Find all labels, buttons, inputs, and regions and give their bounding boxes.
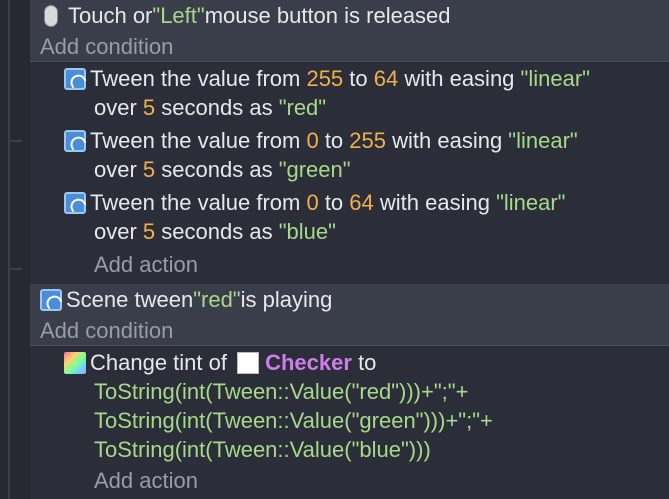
- action-text: Tween the value from: [90, 66, 307, 91]
- object-name: Checker: [265, 350, 352, 375]
- easing-value: "linear": [520, 66, 590, 91]
- action-tween-green[interactable]: Tween the value from 0 to 255 with easin…: [64, 126, 578, 155]
- tween-icon: [40, 289, 62, 311]
- event-2[interactable]: Scene tween "red" is playing Add conditi…: [30, 284, 669, 499]
- duration-value: 5: [142, 95, 156, 120]
- condition-tween-name: "red": [193, 287, 241, 312]
- action-text: with easing: [373, 190, 497, 215]
- gutter-tick: [8, 268, 22, 270]
- to-value: 64: [349, 190, 374, 215]
- from-value: 0: [306, 190, 319, 215]
- action-text: seconds as: [155, 95, 279, 120]
- action-text: seconds as: [155, 219, 279, 244]
- condition-text: Touch or: [68, 3, 153, 28]
- gutter-line: [8, 0, 10, 499]
- action-change-tint[interactable]: Change tint of Checker to: [64, 348, 376, 377]
- action-tween-blue-line2[interactable]: over 5 seconds as "blue": [94, 217, 336, 246]
- action-text: over: [94, 219, 143, 244]
- mouse-icon: [44, 5, 58, 27]
- action-text: with easing: [386, 128, 509, 153]
- action-text: to: [351, 350, 377, 375]
- tween-name: "red": [278, 95, 327, 120]
- add-condition-button[interactable]: Add condition: [30, 316, 669, 346]
- action-text: to: [318, 128, 350, 153]
- from-value: 0: [306, 128, 319, 153]
- action-text: with easing: [398, 66, 521, 91]
- from-value: 255: [306, 66, 344, 91]
- event-1[interactable]: Touch or "Left" mouse button is released…: [30, 0, 669, 284]
- actions-list: Change tint of Checker to ToString(int(T…: [58, 346, 669, 499]
- actions-list: Tween the value from 255 to 64 with easi…: [58, 62, 669, 284]
- action-text: Tween the value from: [90, 128, 307, 153]
- condition-tween-playing[interactable]: Scene tween "red" is playing: [30, 284, 669, 316]
- action-tween-blue[interactable]: Tween the value from 0 to 64 with easing…: [64, 188, 566, 217]
- condition-text: mouse button is released: [204, 3, 451, 28]
- condition-button-value: "Left": [152, 3, 205, 28]
- to-value: 255: [349, 128, 386, 153]
- tween-icon: [64, 192, 86, 214]
- easing-value: "linear": [508, 128, 578, 153]
- condition-mouse-released[interactable]: Touch or "Left" mouse button is released: [30, 0, 669, 32]
- duration-value: 5: [142, 157, 156, 182]
- action-tween-red-line2[interactable]: over 5 seconds as "red": [94, 93, 326, 122]
- tween-icon: [64, 68, 86, 90]
- to-value: 64: [373, 66, 399, 91]
- action-text: over: [94, 157, 143, 182]
- tint-expression-line: ToString(int(Tween::Value("blue"))): [94, 437, 431, 462]
- condition-text: Scene tween: [66, 287, 194, 312]
- duration-value: 5: [142, 219, 156, 244]
- easing-value: "linear": [496, 190, 566, 215]
- action-text: to: [343, 66, 374, 91]
- action-text: Tween the value from: [90, 190, 307, 215]
- add-condition-button[interactable]: Add condition: [30, 32, 669, 62]
- tween-name: "blue": [278, 219, 336, 244]
- tint-expression-line: ToString(int(Tween::Value("red")))+";"+: [94, 379, 469, 404]
- add-action-button[interactable]: Add action: [94, 250, 198, 279]
- action-text: over: [94, 95, 143, 120]
- condition-text: is playing: [240, 287, 333, 312]
- tint-icon: [64, 352, 86, 374]
- action-text: seconds as: [155, 157, 279, 182]
- action-text: Change tint of: [90, 350, 234, 375]
- action-tween-red[interactable]: Tween the value from 255 to 64 with easi…: [64, 64, 590, 93]
- tint-expression-line: ToString(int(Tween::Value("green")))+";"…: [94, 408, 493, 433]
- events-sheet: Touch or "Left" mouse button is released…: [0, 0, 669, 499]
- tween-icon: [64, 130, 86, 152]
- tween-name: "green": [278, 157, 351, 182]
- checker-object-icon: [237, 352, 260, 374]
- action-text: to: [318, 190, 350, 215]
- event-gutter: [0, 0, 30, 499]
- action-tween-green-line2[interactable]: over 5 seconds as "green": [94, 155, 351, 184]
- gutter-tick: [8, 140, 22, 142]
- add-action-button[interactable]: Add action: [94, 466, 198, 495]
